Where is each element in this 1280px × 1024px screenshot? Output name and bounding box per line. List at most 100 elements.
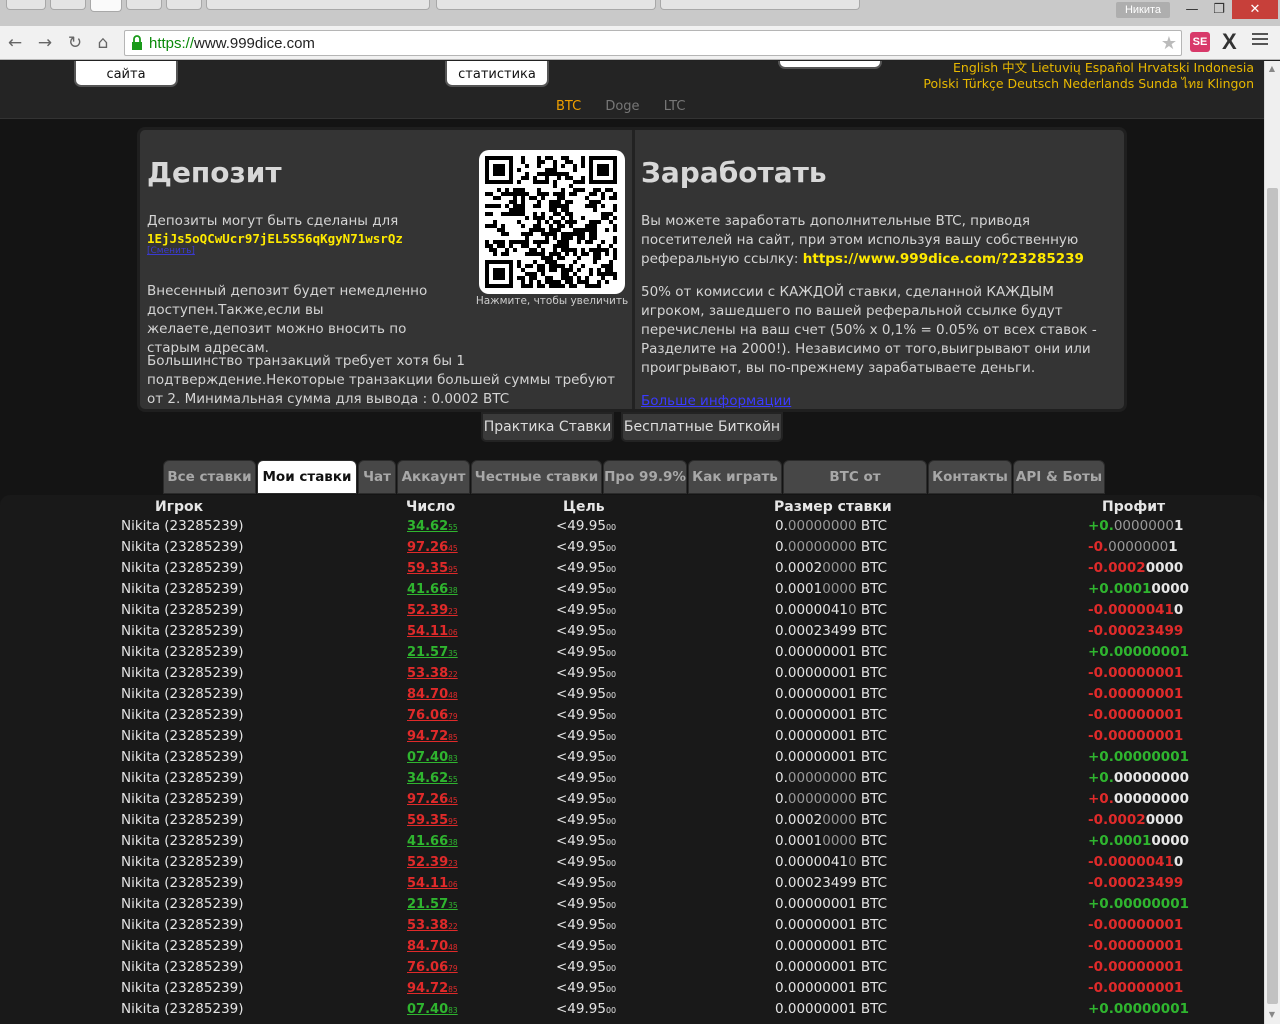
statistics-button[interactable]: статистика	[445, 61, 549, 87]
more-info-link[interactable]: Больше информации	[641, 392, 791, 409]
player-name[interactable]: Nikita (23285239)	[121, 621, 244, 642]
player-name[interactable]: Nikita (23285239)	[121, 894, 244, 915]
player-name[interactable]: Nikita (23285239)	[121, 957, 244, 978]
bet-number-link[interactable]: 21.5735	[407, 642, 458, 664]
coin-btc[interactable]: BTC	[556, 99, 581, 114]
player-name[interactable]: Nikita (23285239)	[121, 516, 244, 537]
player-name[interactable]: Nikita (23285239)	[121, 537, 244, 558]
minimize-button[interactable]: —	[1178, 0, 1206, 19]
bet-number-link[interactable]: 34.6255	[407, 516, 458, 538]
player-name[interactable]: Nikita (23285239)	[121, 600, 244, 621]
browser-tab[interactable]	[50, 0, 86, 10]
address-bar[interactable]: https://www.999dice.com ★	[124, 30, 1182, 56]
player-name[interactable]: Nikita (23285239)	[121, 999, 244, 1020]
bet-number-link[interactable]: 76.0679	[407, 705, 458, 727]
bookmark-star-icon[interactable]: ★	[1161, 33, 1177, 54]
bet-number-link[interactable]: 53.3822	[407, 915, 458, 937]
player-name[interactable]: Nikita (23285239)	[121, 663, 244, 684]
language-row[interactable]: English 中文 Lietuvių Español Hrvatski Ind…	[894, 61, 1254, 76]
player-name[interactable]: Nikita (23285239)	[121, 558, 244, 579]
bet-number-link[interactable]: 97.2645	[407, 789, 458, 811]
player-name[interactable]: Nikita (23285239)	[121, 642, 244, 663]
tab-referral-btc[interactable]: BTC от рефералов	[783, 460, 927, 518]
tab-how-to-play[interactable]: Как играть	[688, 460, 782, 494]
table-row: Nikita (23285239) 97.2645 <49.9500 0.000000…	[0, 789, 1264, 810]
practice-bets-button[interactable]: Практика Ставки	[481, 412, 614, 442]
info-band: Депозит Депозиты могут быть сделаны для …	[0, 118, 1264, 510]
bet-number-link[interactable]: 76.0679	[407, 957, 458, 979]
player-name[interactable]: Nikita (23285239)	[121, 726, 244, 747]
player-name[interactable]: Nikita (23285239)	[121, 684, 244, 705]
scroll-down-arrow[interactable]: ▼	[1264, 1008, 1280, 1022]
bet-number-link[interactable]: 54.1106	[407, 621, 458, 643]
player-name[interactable]: Nikita (23285239)	[121, 915, 244, 936]
header-button[interactable]	[778, 61, 882, 69]
qr-code[interactable]	[479, 150, 625, 294]
tab-api-bots[interactable]: API & Боты	[1013, 460, 1105, 494]
bet-number-link[interactable]: 34.6255	[407, 768, 458, 790]
tab-about[interactable]: Про 99.9%	[603, 460, 687, 494]
back-icon[interactable]: ←	[4, 32, 26, 54]
browser-tab-active[interactable]	[90, 0, 122, 12]
bet-number-link[interactable]: 94.7285	[407, 726, 458, 748]
reload-icon[interactable]: ↻	[64, 32, 86, 54]
player-name[interactable]: Nikita (23285239)	[121, 747, 244, 768]
bet-number-link[interactable]: 52.3923	[407, 600, 458, 622]
tab-all-bets[interactable]: Все ставки	[163, 460, 256, 494]
language-row[interactable]: Polski Türkçe Deutsch Nederlands Sunda ไ…	[894, 76, 1254, 92]
browser-tab[interactable]	[6, 0, 46, 10]
language-list[interactable]: English 中文 Lietuvių Español Hrvatski Ind…	[894, 61, 1254, 92]
player-name[interactable]: Nikita (23285239)	[121, 768, 244, 789]
scroll-up-arrow[interactable]: ▲	[1264, 62, 1280, 76]
bet-number-link[interactable]: 94.7285	[407, 978, 458, 1000]
extension-x-icon[interactable]: X	[1222, 29, 1237, 55]
menu-icon[interactable]	[1252, 33, 1268, 47]
player-name[interactable]: Nikita (23285239)	[121, 579, 244, 600]
bet-number-link[interactable]: 07.4083	[407, 747, 458, 769]
home-icon[interactable]: ⌂	[92, 32, 114, 54]
tab-account[interactable]: Аккаунт	[397, 460, 470, 494]
coin-ltc[interactable]: LTC	[664, 99, 686, 114]
profile-badge[interactable]: Никита	[1116, 2, 1170, 18]
player-name[interactable]: Nikita (23285239)	[121, 789, 244, 810]
change-address-link[interactable]: [Сменить]	[147, 246, 467, 256]
player-name[interactable]: Nikita (23285239)	[121, 831, 244, 852]
player-name[interactable]: Nikita (23285239)	[121, 810, 244, 831]
bet-number-link[interactable]: 59.3595	[407, 558, 458, 580]
deposit-address[interactable]: 1EjJs5oQCwUcr97jEL5S56qKgyN71wsrQz	[147, 231, 467, 246]
bet-number-link[interactable]: 21.5735	[407, 894, 458, 916]
browser-tab[interactable]	[126, 0, 162, 10]
bet-number-link[interactable]: 54.1106	[407, 873, 458, 895]
player-name[interactable]: Nikita (23285239)	[121, 873, 244, 894]
bet-number-link[interactable]: 41.6638	[407, 579, 458, 601]
browser-tab[interactable]	[206, 0, 430, 10]
tab-my-bets[interactable]: Мои ставки	[257, 460, 357, 494]
close-window-button[interactable]: ✕	[1232, 0, 1278, 19]
bet-number-link[interactable]: 84.7048	[407, 684, 458, 706]
bet-number-link[interactable]: 41.6638	[407, 831, 458, 853]
maximize-button[interactable]: ❐	[1206, 0, 1232, 19]
coin-doge[interactable]: Doge	[605, 99, 639, 114]
bet-number-link[interactable]: 84.7048	[407, 936, 458, 958]
bet-number-link[interactable]: 97.2645	[407, 537, 458, 559]
player-name[interactable]: Nikita (23285239)	[121, 936, 244, 957]
browser-tab[interactable]	[166, 0, 202, 10]
bet-number-link[interactable]: 52.3923	[407, 852, 458, 874]
scrollbar-thumb[interactable]	[1267, 188, 1278, 1004]
player-name[interactable]: Nikita (23285239)	[121, 852, 244, 873]
forward-icon[interactable]: →	[34, 32, 56, 54]
browser-tab[interactable]	[436, 0, 656, 10]
browser-tab[interactable]	[660, 0, 860, 10]
bet-number-link[interactable]: 53.3822	[407, 663, 458, 685]
bet-number-link[interactable]: 07.4083	[407, 999, 458, 1021]
tab-contacts[interactable]: Контакты	[928, 460, 1012, 494]
site-button[interactable]: сайта	[74, 61, 178, 87]
extension-icon[interactable]: SE	[1190, 32, 1210, 52]
tab-fair-bets[interactable]: Честные ставки	[471, 460, 602, 494]
player-name[interactable]: Nikita (23285239)	[121, 978, 244, 999]
tab-chat[interactable]: Чат	[358, 460, 396, 494]
free-bitcoin-button[interactable]: Бесплатные Биткойн	[621, 412, 783, 442]
player-name[interactable]: Nikita (23285239)	[121, 705, 244, 726]
bet-number-link[interactable]: 59.3595	[407, 810, 458, 832]
referral-link[interactable]: https://www.999dice.com/?23285239	[803, 251, 1084, 267]
